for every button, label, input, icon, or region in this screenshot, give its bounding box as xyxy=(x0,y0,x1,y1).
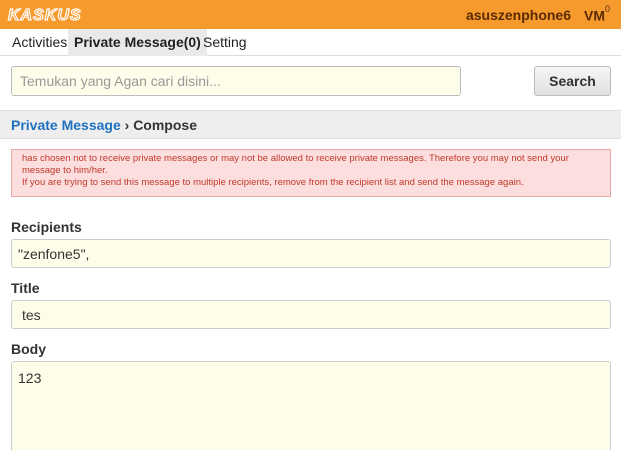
top-header-bar: KASKUS asuszenphone6 VM0 xyxy=(0,0,621,29)
body-label: Body xyxy=(11,341,46,357)
body-textarea[interactable]: 123 xyxy=(11,361,611,450)
breadcrumb-private-message-link[interactable]: Private Message xyxy=(11,117,121,133)
visitor-message-link[interactable]: VM0 xyxy=(583,4,610,24)
title-label: Title xyxy=(11,280,40,296)
kaskus-logo[interactable]: KASKUS xyxy=(6,5,106,23)
svg-text:KASKUS: KASKUS xyxy=(8,7,82,23)
vm-label: VM xyxy=(583,7,605,24)
username-link[interactable]: asuszenphone6 xyxy=(466,7,571,23)
vm-count: 0 xyxy=(604,4,610,14)
recipients-field[interactable] xyxy=(11,239,611,268)
error-message-box: has chosen not to receive private messag… xyxy=(11,149,611,197)
tab-activities[interactable]: Activities xyxy=(6,29,73,56)
error-line-1: has chosen not to receive private messag… xyxy=(22,153,569,176)
tab-bar: Activities Private Message(0) Setting xyxy=(0,29,621,56)
breadcrumb-separator: › xyxy=(124,117,130,133)
tab-private-message[interactable]: Private Message(0) xyxy=(68,29,207,56)
breadcrumb: Private Message › Compose xyxy=(0,110,621,139)
tab-setting[interactable]: Setting xyxy=(197,29,253,56)
error-line-2: If you are trying to send this message t… xyxy=(22,177,524,188)
breadcrumb-current: Compose xyxy=(133,117,197,133)
recipients-label: Recipients xyxy=(11,219,82,235)
search-input[interactable] xyxy=(11,66,461,96)
search-button[interactable]: Search xyxy=(534,66,611,96)
title-field[interactable] xyxy=(11,300,611,329)
